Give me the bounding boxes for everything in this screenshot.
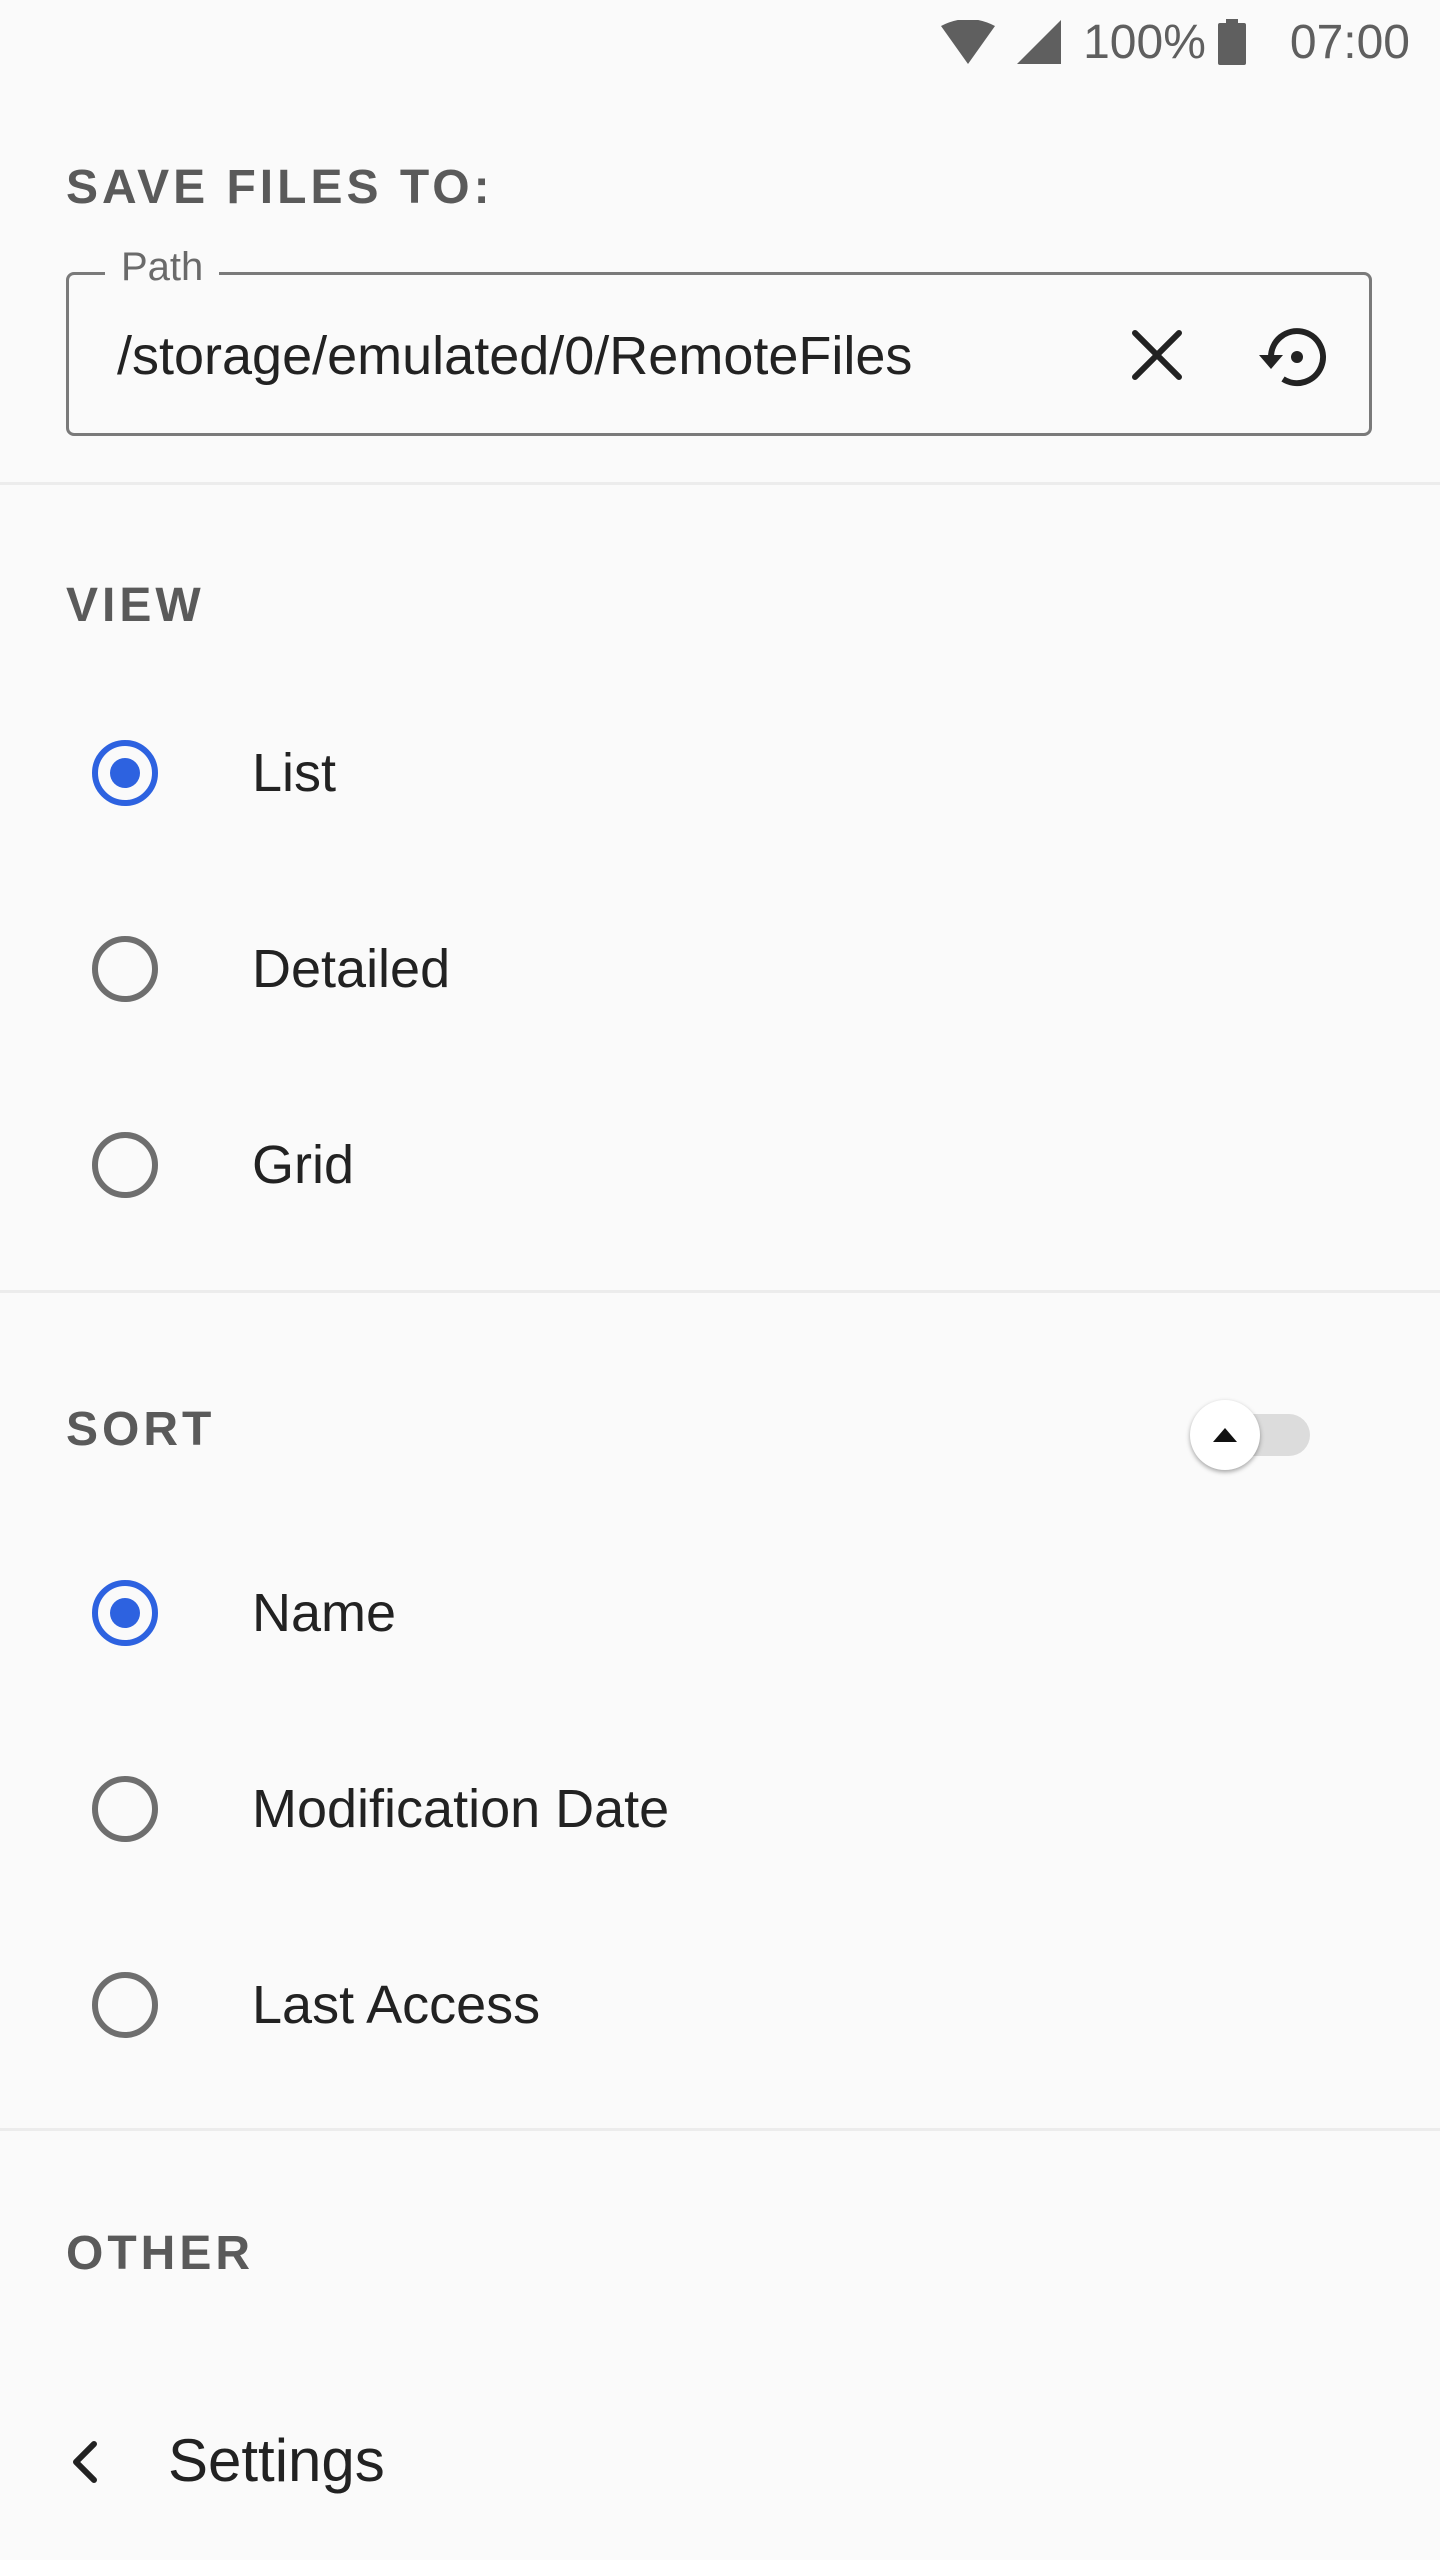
sort-option-label: Modification Date xyxy=(252,1779,670,1839)
path-label: Path xyxy=(105,245,220,290)
status-bar: 100% 07:00 xyxy=(0,0,1440,84)
view-option-label: Grid xyxy=(252,1135,355,1195)
divider xyxy=(0,1290,1440,1293)
toggle-thumb[interactable] xyxy=(1190,1400,1260,1470)
status-time: 07:00 xyxy=(1289,15,1410,69)
sort-direction-toggle[interactable] xyxy=(1190,1400,1320,1470)
radio-button[interactable] xyxy=(92,1132,158,1198)
chevron-left-icon[interactable] xyxy=(56,2422,116,2502)
other-title: OTHER xyxy=(66,2227,254,2280)
cell-signal-icon xyxy=(1017,20,1062,64)
sort-option-last-access[interactable]: Last Access xyxy=(0,1910,1440,2100)
view-option-grid[interactable]: Grid xyxy=(0,1070,1440,1260)
arrow-up-icon xyxy=(1213,1428,1237,1442)
sort-title: SORT xyxy=(66,1403,216,1456)
sort-option-label: Last Access xyxy=(252,1975,541,2035)
battery-percentage: 100% xyxy=(1083,15,1206,69)
view-title: VIEW xyxy=(66,579,205,632)
divider xyxy=(0,2128,1440,2131)
bottom-bar: Settings xyxy=(0,2364,1440,2560)
radio-button[interactable] xyxy=(92,740,158,806)
path-field[interactable]: Path /storage/emulated/0/RemoteFiles xyxy=(66,245,1372,436)
view-option-detailed[interactable]: Detailed xyxy=(0,874,1440,1064)
sort-option-label: Name xyxy=(252,1583,397,1643)
radio-button[interactable] xyxy=(92,1776,158,1842)
divider xyxy=(0,482,1440,485)
close-icon[interactable] xyxy=(1125,323,1189,387)
view-option-list[interactable]: List xyxy=(0,678,1440,868)
view-option-label: Detailed xyxy=(252,939,451,999)
radio-button[interactable] xyxy=(92,1580,158,1646)
settings-title: Settings xyxy=(168,2427,385,2494)
view-option-label: List xyxy=(252,743,337,803)
wifi-icon xyxy=(941,20,996,64)
restore-icon[interactable] xyxy=(1253,317,1333,397)
save-files-title: SAVE FILES TO: xyxy=(66,161,494,214)
sort-option-name[interactable]: Name xyxy=(0,1518,1440,1708)
radio-button[interactable] xyxy=(92,936,158,1002)
battery-icon xyxy=(1217,19,1246,65)
sort-option-modification-date[interactable]: Modification Date xyxy=(0,1714,1440,1904)
radio-button[interactable] xyxy=(92,1972,158,2038)
path-input[interactable]: /storage/emulated/0/RemoteFiles xyxy=(117,325,912,387)
